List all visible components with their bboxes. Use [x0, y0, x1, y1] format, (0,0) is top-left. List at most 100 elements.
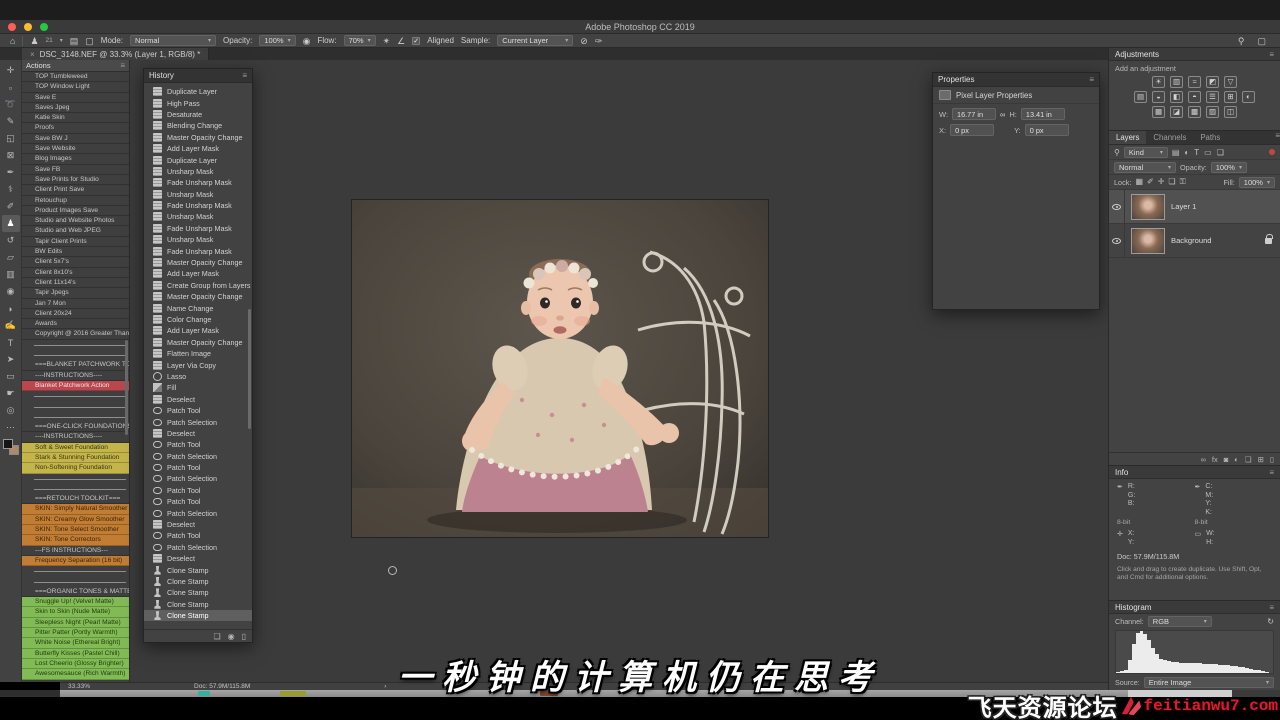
action-item[interactable]: Client Print Save — [22, 185, 129, 196]
action-item[interactable]: Butterfly Kisses (Pastel Chill) — [22, 648, 129, 659]
channel-mixer-icon[interactable]: ☰ — [1206, 90, 1219, 103]
delete-layer-icon[interactable]: ▯ — [1270, 455, 1274, 464]
action-item[interactable]: Jan 7 Mon — [22, 299, 129, 309]
action-item[interactable]: Katie Skin — [22, 113, 129, 124]
foreground-color-swatch[interactable] — [2, 439, 13, 449]
history-brush-tool[interactable]: ↺ — [2, 232, 20, 249]
history-step[interactable]: Create Group from Layers — [144, 280, 252, 291]
action-item[interactable]: Skin to Skin (Nude Matte) — [22, 607, 129, 618]
history-scrollbar[interactable] — [248, 309, 251, 429]
action-item[interactable]: ----INSTRUCTIONS---- — [22, 432, 129, 443]
panel-menu-icon[interactable]: ≡ — [242, 71, 247, 80]
gradient-map-icon[interactable]: ▩ — [1188, 105, 1201, 118]
history-step[interactable]: High Pass — [144, 97, 252, 108]
photo-filter-icon[interactable]: ◓ — [1188, 90, 1201, 103]
history-step[interactable]: Master Opacity Change — [144, 291, 252, 302]
history-step[interactable]: Fade Unsharp Mask — [144, 177, 252, 188]
shape-tool[interactable]: ▭ — [2, 368, 20, 385]
path-selection-tool[interactable]: ➤ — [2, 351, 20, 368]
opacity-select[interactable]: 100% ▾ — [259, 35, 296, 46]
extra-adjustment-icon[interactable]: ◫ — [1224, 105, 1237, 118]
filter-smart-objects-icon[interactable]: ❏ — [1217, 148, 1224, 157]
action-item[interactable]: Client 8x10's — [22, 268, 129, 278]
tab-channels[interactable]: Channels — [1146, 131, 1193, 144]
clone-stamp-preset-icon[interactable]: ♟ — [30, 36, 38, 46]
action-item[interactable]: Studio and Website Photos — [22, 216, 129, 227]
action-item[interactable]: Blanket Patchwork Action — [22, 380, 129, 392]
posterize-icon[interactable]: ▦ — [1152, 105, 1165, 118]
color-balance-icon[interactable]: ◒ — [1152, 90, 1165, 103]
action-item[interactable]: Pitter Patter (Portly Warmth) — [22, 628, 129, 639]
history-step[interactable]: Unsharp Mask — [144, 166, 252, 177]
curves-icon[interactable]: ≈ — [1188, 75, 1201, 88]
dodge-tool[interactable]: ◗ — [2, 300, 20, 317]
action-item[interactable]: Snuggle Up! (Velvet Matte) — [22, 597, 129, 608]
history-step[interactable]: Color Change — [144, 314, 252, 325]
histogram-panel-header[interactable]: Histogram ≡ — [1109, 601, 1280, 614]
tab-paths[interactable]: Paths — [1193, 131, 1227, 144]
history-step[interactable]: Patch Tool — [144, 496, 252, 507]
type-tool[interactable]: T — [2, 334, 20, 351]
height-field[interactable]: 13.41 in — [1020, 108, 1065, 120]
filter-toggle-icon[interactable] — [1269, 149, 1275, 155]
history-step[interactable]: Duplicate Layer — [144, 154, 252, 165]
eyedropper-tool[interactable]: ✒ — [2, 164, 20, 181]
panel-menu-icon[interactable]: ≡ — [1275, 131, 1280, 144]
flow-select[interactable]: 70% ▾ — [343, 35, 376, 46]
tab-layers[interactable]: Layers — [1109, 131, 1147, 144]
history-step[interactable]: Patch Selection — [144, 507, 252, 518]
history-step[interactable]: Lasso — [144, 371, 252, 382]
refresh-histogram-icon[interactable]: ↻ — [1267, 617, 1274, 626]
history-step[interactable]: Deselect — [144, 428, 252, 439]
action-item[interactable]: White Noise (Ethereal Bright) — [22, 638, 129, 649]
move-tool[interactable]: ✛ — [2, 62, 20, 79]
action-item[interactable]: SKIN: Tone Correctors — [22, 535, 129, 546]
new-doc-from-state-icon[interactable]: ❏ — [213, 632, 220, 641]
action-item[interactable]: Tapir Jpegs — [22, 288, 129, 299]
new-group-icon[interactable]: ❏ — [1245, 455, 1252, 464]
history-step[interactable]: Patch Tool — [144, 485, 252, 496]
action-item[interactable]: Save BW J — [22, 134, 129, 145]
history-step[interactable]: Duplicate Layer — [144, 86, 252, 97]
action-item[interactable]: SKIN: Creamy Glow Smoother — [22, 514, 129, 526]
black-white-icon[interactable]: ◧ — [1170, 90, 1183, 103]
filter-adjustment-layers-icon[interactable]: ◐ — [1184, 148, 1189, 157]
y-field[interactable]: 0 px — [1024, 124, 1069, 136]
brush-angle-icon[interactable]: ∠ — [397, 36, 405, 46]
filter-kind-select[interactable]: Kind ▾ — [1123, 146, 1168, 158]
action-item[interactable]: Product Images Save — [22, 206, 129, 217]
history-step[interactable]: Patch Tool — [144, 405, 252, 416]
action-item[interactable]: Copyright @ 2016 Greater Than Gats... — [22, 329, 129, 340]
lock-artboard-icon[interactable]: ❏ — [1168, 177, 1175, 187]
action-item[interactable]: Save E — [22, 93, 129, 103]
history-step[interactable]: Master Opacity Change — [144, 337, 252, 348]
action-item[interactable]: SKIN: Tone Select Smoother — [22, 525, 129, 536]
history-step[interactable]: Patch Selection — [144, 542, 252, 553]
channel-select[interactable]: RGB ▾ — [1147, 616, 1212, 627]
action-item[interactable]: Soft & Sweet Foundation — [22, 442, 129, 453]
action-item[interactable]: Awards — [22, 319, 129, 330]
action-item[interactable]: Sleepless Night (Pearl Matte) — [22, 617, 129, 629]
history-step[interactable]: Unsharp Mask — [144, 189, 252, 200]
vibrance-icon[interactable]: ▽ — [1224, 75, 1237, 88]
history-step[interactable]: Name Change — [144, 302, 252, 313]
new-snapshot-icon[interactable]: ◉ — [228, 632, 235, 641]
link-layers-icon[interactable]: ∞ — [1201, 455, 1206, 464]
tab-close-icon[interactable]: × — [30, 50, 35, 59]
history-step[interactable]: Master Opacity Change — [144, 257, 252, 268]
action-item[interactable]: Lost Cheerio (Glossy Brighter) — [22, 658, 129, 670]
history-step[interactable]: Patch Selection — [144, 473, 252, 484]
quick-selection-tool[interactable]: ✎ — [2, 113, 20, 130]
brush-size-value[interactable]: 21 — [46, 37, 53, 44]
history-step[interactable]: Patch Tool — [144, 530, 252, 541]
history-step[interactable]: Unsharp Mask — [144, 211, 252, 222]
brightness-contrast-icon[interactable]: ☀ — [1152, 75, 1165, 88]
actions-scrollbar[interactable] — [125, 340, 128, 435]
layer-visibility-toggle[interactable] — [1109, 190, 1125, 223]
history-step[interactable]: Clone Stamp — [144, 587, 252, 598]
action-item[interactable]: Save Prints for Studio — [22, 175, 129, 186]
ignore-adjustment-layers-icon[interactable]: ⊘ — [580, 36, 588, 46]
aligned-checkbox[interactable]: ✓ — [412, 36, 421, 45]
zoom-tool[interactable]: ◎ — [2, 402, 20, 419]
history-step[interactable]: Add Layer Mask — [144, 325, 252, 336]
